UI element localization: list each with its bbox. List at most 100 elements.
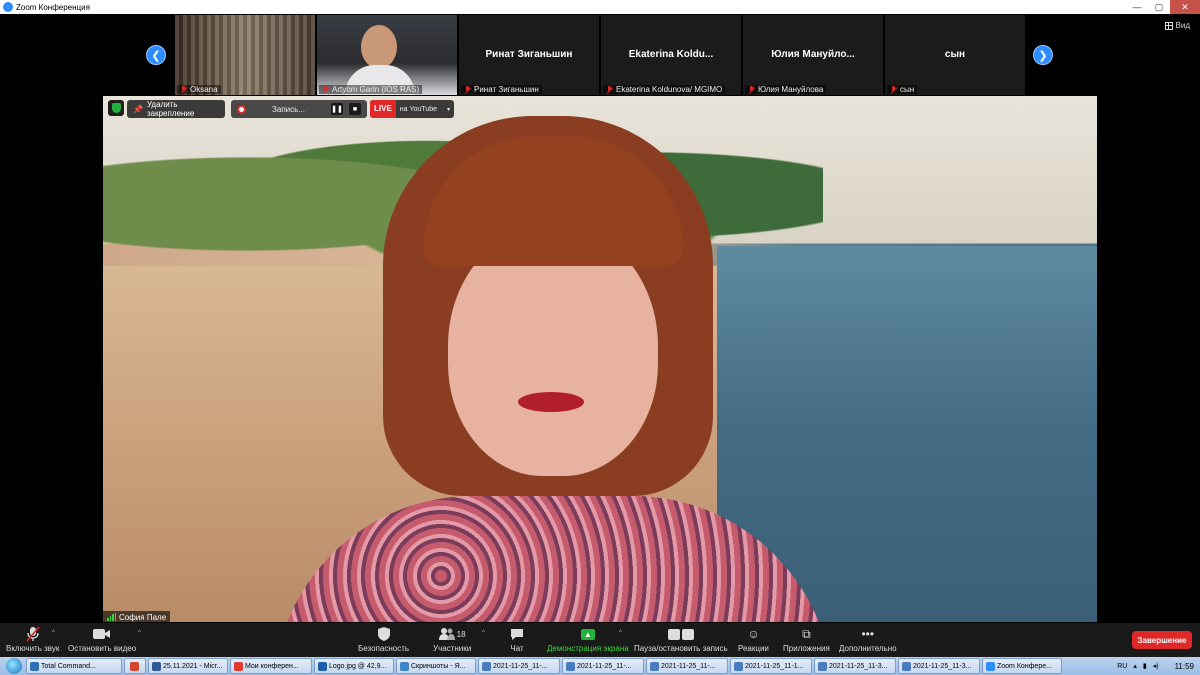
mic-muted-icon [606, 85, 613, 94]
network-icon[interactable]: ▮ [1143, 662, 1147, 670]
view-button[interactable]: Вид [1164, 21, 1190, 30]
apps-icon: ⧉ [802, 626, 811, 641]
clock[interactable]: 11:59 [1175, 662, 1194, 671]
tile-name: Ринат Зиганьшин [461, 85, 542, 94]
tile-name: Ekaterina Koldunova/ MGIMO [603, 85, 726, 94]
pause-recording-button[interactable]: ❚❚ [331, 103, 343, 115]
shield-icon [377, 626, 390, 642]
tile-title: Ekaterina Koldu... [628, 49, 714, 60]
mic-muted-icon [464, 85, 471, 94]
image-icon [650, 661, 659, 671]
view-label: Вид [1175, 21, 1190, 30]
shield-icon [111, 103, 121, 113]
signal-strength-icon [107, 613, 116, 621]
chrome-icon [129, 661, 139, 671]
zoom-icon [986, 661, 995, 671]
tile-name: Юлия Мануйлова [745, 85, 827, 94]
main-speaker-video [103, 96, 1097, 622]
caret-down-icon: ▾ [446, 106, 450, 113]
taskbar-item[interactable]: 2021-11-25_11-... [478, 658, 560, 674]
strip-next-button[interactable]: ❯ [1033, 45, 1053, 65]
smiley-icon: ☺ [747, 627, 760, 641]
participants-button[interactable]: 18 Участники [433, 626, 471, 653]
window-title: Zoom Конференция [16, 2, 90, 12]
video-options-caret[interactable]: ^ [138, 630, 141, 636]
taskbar-item[interactable]: 25.11.2021 - Micr... [148, 658, 228, 674]
taskbar-item[interactable]: Zoom Конфере... [982, 658, 1062, 674]
system-tray: RU ▴ ▮ ◂) 11:59 [1117, 662, 1200, 671]
mic-muted-icon [322, 85, 329, 94]
pause-stop-recording-button[interactable]: Пауза/остановить запись [634, 626, 728, 653]
minimize-icon[interactable]: — [1126, 0, 1148, 14]
participant-strip: Вид ❮ Oksana Artyom Garin (IOS RAS) Рина… [0, 14, 1200, 96]
strip-prev-button[interactable]: ❮ [146, 45, 166, 65]
chat-icon [510, 626, 524, 642]
taskbar-item[interactable]: 2021-11-25_11-... [562, 658, 644, 674]
chevron-left-icon: ❮ [151, 49, 161, 62]
taskbar-item[interactable]: 2021-11-25_11-3... [898, 658, 980, 674]
close-icon[interactable]: ✕ [1170, 0, 1200, 14]
grid-view-icon [1164, 21, 1173, 30]
tile-title: Юлия Мануйло... [771, 49, 855, 60]
image-icon [482, 661, 491, 671]
taskbar-item[interactable] [124, 658, 146, 674]
tile-name: Artyom Garin (IOS RAS) [319, 85, 423, 94]
start-button-icon[interactable] [6, 658, 22, 674]
participant-tile-son[interactable]: сын сын [885, 15, 1025, 95]
taskbar-item[interactable]: Мои конферен... [230, 658, 312, 674]
participant-tile-artyom[interactable]: Artyom Garin (IOS RAS) [317, 15, 457, 95]
mic-muted-icon [890, 85, 897, 94]
language-indicator[interactable]: RU [1117, 663, 1127, 670]
participant-tile-ekaterina[interactable]: Ekaterina Koldu... Ekaterina Koldunova/ … [601, 15, 741, 95]
chat-button[interactable]: Чат [510, 626, 524, 653]
image-icon [734, 661, 743, 671]
mic-muted-icon [180, 85, 187, 94]
speaker-name-tag: София Пале [103, 611, 171, 623]
live-stream-button[interactable]: LIVE на YouTube ▾ [370, 100, 454, 118]
taskbar-item[interactable]: Logo.jpg @ 42,9... [314, 658, 394, 674]
taskbar-tasks: Total Command... 25.11.2021 - Micr... Мо… [26, 657, 1062, 675]
unpin-button[interactable]: 📌 Удалить закрепление [127, 100, 225, 118]
meeting-toolbar: Включить звук ^ Остановить видео ^ Безоп… [0, 623, 1200, 657]
security-button[interactable]: Безопасность [358, 626, 409, 653]
folder-icon [400, 661, 409, 671]
reactions-button[interactable]: ☺ Реакции [738, 626, 769, 653]
end-meeting-button[interactable]: Завершение [1132, 631, 1192, 649]
taskbar-item[interactable]: 2021-11-25_11-... [646, 658, 728, 674]
pause-stop-icon [667, 626, 695, 642]
participants-options-caret[interactable]: ^ [482, 630, 485, 636]
mic-options-caret[interactable]: ^ [52, 630, 55, 636]
more-button[interactable]: ••• Дополнительно [839, 626, 897, 653]
taskbar-item[interactable]: Total Command... [26, 658, 122, 674]
mic-off-icon [26, 626, 40, 642]
participants-count: 18 [456, 629, 466, 639]
tile-title: сын [944, 49, 966, 60]
taskbar-item[interactable]: 2021-11-25_11-1... [730, 658, 812, 674]
volume-icon[interactable]: ◂) [1153, 662, 1159, 670]
more-dots-icon: ••• [861, 627, 875, 641]
pin-icon: 📌 [133, 104, 143, 114]
security-shield-button[interactable] [108, 100, 124, 116]
live-badge: LIVE [370, 100, 396, 118]
share-screen-button[interactable]: ▲ Демонстрация экрана [547, 626, 629, 653]
participant-tile-yulia[interactable]: Юлия Мануйло... Юлия Мануйлова [743, 15, 883, 95]
tile-name: сын [887, 85, 918, 94]
maximize-icon[interactable]: ▢ [1148, 0, 1170, 14]
share-options-caret[interactable]: ^ [619, 630, 622, 636]
tile-name: Oksana [177, 85, 221, 94]
participant-tile-rinat[interactable]: Ринат Зиганьшин Ринат Зиганьшин [459, 15, 599, 95]
tray-arrow-icon[interactable]: ▴ [1133, 662, 1137, 670]
apps-button[interactable]: ⧉ Приложения [783, 626, 830, 654]
stop-recording-button[interactable]: ■ [349, 103, 361, 115]
image-icon [902, 661, 911, 671]
chevron-right-icon: ❯ [1038, 49, 1048, 62]
taskbar-item[interactable]: 2021-11-25_11-3... [814, 658, 896, 674]
recording-indicator: Запись... ❚❚ ■ [231, 100, 367, 118]
window-titlebar: Zoom Конференция — ▢ ✕ [0, 0, 1200, 14]
image-icon [566, 661, 575, 671]
speaker-name: София Пале [119, 612, 167, 622]
speaker-lips [518, 392, 584, 412]
participant-tile-oksana[interactable]: Oksana [175, 15, 315, 95]
taskbar-item[interactable]: Скриншоты - Я... [396, 658, 476, 674]
stop-video-button[interactable]: Остановить видео [68, 626, 136, 653]
